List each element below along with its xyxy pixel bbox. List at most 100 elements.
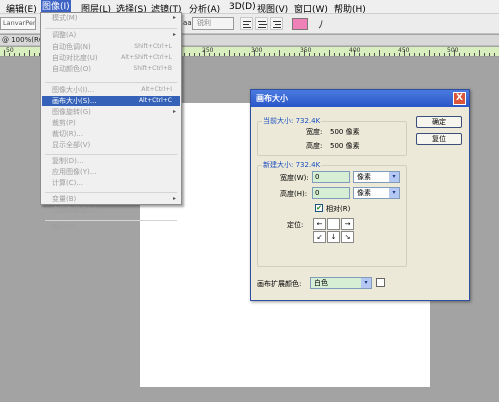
align-right-icon[interactable]: [270, 17, 283, 30]
ruler-label: 250: [202, 47, 214, 54]
ruler-tick: [249, 53, 250, 56]
close-icon[interactable]: X: [453, 92, 466, 105]
ruler-tick: [19, 53, 20, 56]
extension-color-swatch[interactable]: [376, 278, 385, 287]
ruler-tick: [384, 53, 385, 56]
menu-item-label: 图像旋转(G): [52, 108, 91, 116]
menu-item-label: 应用数据组(L)...: [52, 206, 104, 214]
anti-alias-select[interactable]: 锐利: [192, 17, 234, 30]
ruler-label: 300: [251, 47, 263, 54]
ruler-tick: [264, 53, 265, 56]
current-width-label: 宽度:: [306, 128, 323, 136]
height-unit-value: 像素: [357, 189, 371, 197]
reset-button[interactable]: 复位: [416, 133, 462, 145]
menu-item[interactable]: 变量(B) ▸: [42, 194, 180, 204]
ruler-tick: [14, 53, 15, 56]
menu-item[interactable]: 自动颜色(O) Shift+Ctrl+B: [42, 64, 180, 74]
ruler-tick: [4, 50, 5, 56]
current-size-legend: 当前大小: 732.4K: [262, 116, 322, 126]
ruler-tick: [464, 53, 465, 56]
menu-item[interactable]: 显示全部(V): [42, 140, 180, 150]
menu-item[interactable]: 复制(D)...: [42, 156, 180, 166]
align-center-icon[interactable]: [255, 17, 268, 30]
width-input[interactable]: 0: [312, 171, 350, 183]
height-input[interactable]: 0: [312, 187, 350, 199]
menu-item-label: 显示全部(V): [52, 141, 91, 149]
menu-item[interactable]: 自动对比度(U) Alt+Shift+Ctrl+L: [42, 53, 180, 63]
menu-item-shortcut: Shift+Ctrl+B: [133, 65, 172, 72]
menu-item-label: 陷印(T)...: [52, 223, 83, 231]
menu-item[interactable]: 裁切(R)...: [42, 129, 180, 139]
ruler-tick: [434, 53, 435, 56]
text-color-swatch[interactable]: [292, 18, 308, 30]
font-family-field[interactable]: LanvarPen: [0, 17, 36, 30]
menu-item-label: 计算(C)...: [52, 179, 84, 187]
ruler-tick: [344, 53, 345, 56]
anchor-down-left-arrow-icon[interactable]: ↙: [313, 231, 326, 243]
anti-alias-icon: aa: [183, 19, 192, 27]
height-label: 高度(H):: [280, 190, 308, 198]
menu-item[interactable]: 图像旋转(G) ▸: [42, 107, 180, 117]
menu-item-label: 自动对比度(U): [52, 54, 98, 62]
anchor-left-arrow-icon[interactable]: ←: [313, 218, 326, 230]
ruler-tick: [494, 53, 495, 56]
ruler-tick: [244, 53, 245, 56]
menu-item[interactable]: 计算(C)...: [42, 178, 180, 188]
ruler-tick: [339, 53, 340, 56]
ruler-tick: [429, 50, 430, 56]
menu-item-label: 自动色调(N): [52, 43, 91, 51]
ruler-label: 500: [447, 47, 459, 54]
ruler-tick: [319, 53, 320, 56]
menu-item-label: 应用图像(Y)...: [52, 168, 97, 176]
relative-checkbox[interactable]: ✔: [315, 204, 323, 212]
align-left-icon[interactable]: [240, 17, 253, 30]
height-unit-select[interactable]: 像素 ▾: [353, 187, 400, 199]
menu-item-shortcut: Alt+Ctrl+I: [141, 86, 172, 93]
menu-item[interactable]: 调整(A) ▸: [42, 30, 180, 40]
menu-item[interactable]: 模式(M) ▸: [42, 13, 180, 23]
menu-item-label: 变量(B): [52, 195, 77, 203]
submenu-arrow-icon: ▸: [172, 14, 176, 21]
anchor-center-cell[interactable]: [327, 218, 340, 230]
ruler-tick: [444, 53, 445, 56]
extension-color-select[interactable]: 白色 ▾: [310, 277, 372, 289]
menu-item-label: 模式(M): [52, 14, 78, 22]
anchor-right-arrow-icon[interactable]: →: [341, 218, 354, 230]
ruler-tick: [194, 53, 195, 56]
menu-item[interactable]: 图像大小(I)... Alt+Ctrl+I: [42, 85, 180, 95]
ruler-tick: [394, 53, 395, 56]
menu-item-label: 调整(A): [52, 31, 77, 39]
menu-item-label: 图像大小(I)...: [52, 86, 95, 94]
width-unit-select[interactable]: 像素 ▾: [353, 171, 400, 183]
chevron-down-icon: ▾: [361, 278, 371, 288]
menu-item[interactable]: 应用图像(Y)...: [42, 167, 180, 177]
menu-item-shortcut: Alt+Shift+Ctrl+L: [121, 54, 172, 61]
anchor-down-right-arrow-icon[interactable]: ↘: [341, 231, 354, 243]
ruler-tick: [459, 53, 460, 56]
menu-item[interactable]: 陷印(T)...: [42, 222, 180, 232]
menu-separator: [45, 192, 177, 193]
ok-button[interactable]: 确定: [416, 116, 462, 128]
menu-item[interactable]: 画布大小(S)... Alt+Ctrl+C: [42, 96, 180, 106]
submenu-arrow-icon: ▸: [172, 195, 176, 202]
menu-item[interactable]: 应用数据组(L)...: [42, 205, 180, 215]
ruler-tick: [489, 53, 490, 56]
ruler-tick: [419, 53, 420, 56]
ruler-tick: [424, 53, 425, 56]
warp-text-icon[interactable]: ﾉ: [318, 16, 324, 32]
current-height-label: 高度:: [306, 142, 323, 150]
anchor-grid: ← → ↙ ↓ ↘: [313, 218, 355, 257]
ruler-tick: [329, 50, 330, 56]
anchor-down-arrow-icon[interactable]: ↓: [327, 231, 340, 243]
chevron-down-icon: ▾: [389, 188, 399, 198]
ruler-tick: [474, 53, 475, 56]
current-height-value: 500 像素: [330, 142, 360, 150]
menu-item[interactable]: 自动色调(N) Shift+Ctrl+L: [42, 42, 180, 52]
image-menu-dropdown: 模式(M) ▸ 调整(A) ▸ 自动色调(N) Shift+Ctrl+L 自动对比度(U) A…: [40, 12, 182, 231]
menu-3d[interactable]: 3D(D): [229, 2, 256, 12]
ruler-tick: [379, 50, 380, 56]
ruler-tick: [364, 53, 365, 56]
menu-item[interactable]: 裁剪(P): [42, 118, 180, 128]
menu-item-shortcut: Shift+Ctrl+L: [134, 43, 172, 50]
ruler-tick: [334, 53, 335, 56]
